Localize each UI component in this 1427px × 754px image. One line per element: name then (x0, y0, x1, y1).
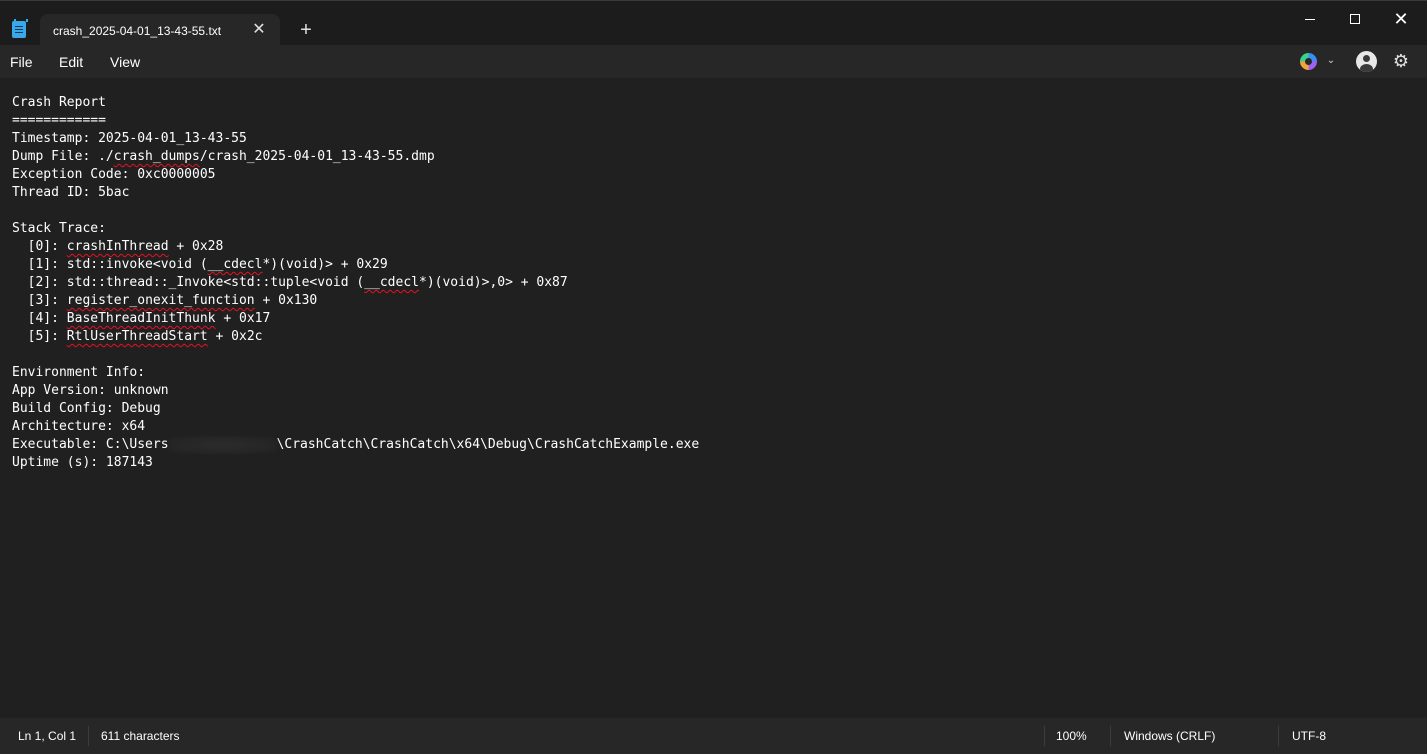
redacted-username (168, 436, 277, 454)
text-line: [1]: std::invoke<void (__cdecl*)(void)> … (12, 257, 388, 272)
text-line: Dump File: ./crash_dumps/crash_2025-04-0… (12, 149, 435, 164)
notepad-app-icon (12, 19, 28, 38)
document-text[interactable]: Crash Report ============ Timestamp: 2025-… (12, 94, 1412, 472)
line-ending[interactable]: Windows (CRLF) (1124, 729, 1215, 743)
menu-view[interactable]: View (110, 54, 140, 70)
cursor-position[interactable]: Ln 1, Col 1 (18, 729, 76, 743)
maximize-icon[interactable] (1345, 9, 1365, 29)
text-line (12, 202, 1412, 220)
text-line: [2]: std::thread::_Invoke<std::tuple<voi… (12, 275, 568, 290)
settings-gear-icon[interactable]: ⚙ (1392, 52, 1410, 70)
text-line: [0]: crashInThread + 0x28 (12, 239, 224, 254)
text-line: Crash Report (12, 95, 106, 110)
new-tab-plus-icon[interactable]: + (296, 20, 316, 40)
encoding[interactable]: UTF-8 (1292, 729, 1326, 743)
executable-path-suffix: \CrashCatch\CrashCatch\x64\Debug\CrashCa… (276, 437, 700, 452)
menu-edit[interactable]: Edit (59, 54, 83, 70)
text-line (12, 346, 1412, 364)
account-avatar-icon[interactable] (1356, 51, 1377, 72)
text-line: ============ (12, 113, 106, 128)
text-line: Stack Trace: (12, 221, 106, 236)
menu-bar: File Edit View ⌄ ⚙ (0, 45, 1427, 78)
spellcheck-word: BaseThreadInitThunk (66, 311, 216, 326)
tab-close-icon[interactable]: ✕ (250, 21, 268, 39)
character-count: 611 characters (101, 729, 180, 743)
spellcheck-word: register_onexit_function (66, 293, 255, 308)
text-line: App Version: unknown (12, 383, 169, 398)
text-line: Build Config: Debug (12, 401, 161, 416)
text-line: [4]: BaseThreadInitThunk + 0x17 (12, 311, 271, 326)
tab-title: crash_2025-04-01_13-43-55.txt (53, 24, 222, 38)
text-line: Timestamp: 2025-04-01_13-43-55 (12, 131, 247, 146)
spellcheck-word: __cdecl (207, 257, 263, 272)
close-window-icon[interactable]: ✕ (1391, 9, 1411, 29)
text-line: [5]: RtlUserThreadStart + 0x2c (12, 329, 263, 344)
status-divider (1044, 726, 1045, 746)
spellcheck-word: crash_dumps (113, 149, 200, 164)
text-line: Architecture: x64 (12, 419, 146, 434)
text-line: Thread ID: 5bac (12, 185, 130, 200)
chevron-down-icon[interactable]: ⌄ (1325, 55, 1337, 67)
status-divider (88, 726, 89, 746)
title-bar: crash_2025-04-01_13-43-55.txt ✕ + ✕ (0, 0, 1427, 46)
spellcheck-word: crashInThread (66, 239, 169, 254)
text-line: Exception Code: 0xc0000005 (12, 167, 216, 182)
status-divider (1110, 726, 1111, 746)
notepad-window: crash_2025-04-01_13-43-55.txt ✕ + ✕ File… (0, 0, 1427, 754)
status-divider (1278, 726, 1279, 746)
text-editor[interactable]: Crash Report ============ Timestamp: 2025-… (0, 78, 1427, 718)
spellcheck-word: RtlUserThreadStart (66, 329, 208, 344)
zoom-level[interactable]: 100% (1056, 729, 1087, 743)
tab-document[interactable]: crash_2025-04-01_13-43-55.txt ✕ (40, 14, 280, 46)
spellcheck-word: __cdecl (364, 275, 419, 290)
status-bar: Ln 1, Col 1 611 characters 100% Windows … (0, 718, 1427, 754)
text-line: Uptime (s): 187143 (12, 455, 153, 470)
copilot-icon[interactable] (1300, 53, 1317, 70)
text-line: Environment Info: (12, 365, 146, 380)
text-line: [3]: register_onexit_function + 0x130 (12, 293, 318, 308)
minimize-icon[interactable] (1300, 9, 1320, 29)
menu-file[interactable]: File (10, 54, 33, 70)
text-line: Executable: C:\Users \CrashCatch\CrashCat… (12, 436, 700, 454)
